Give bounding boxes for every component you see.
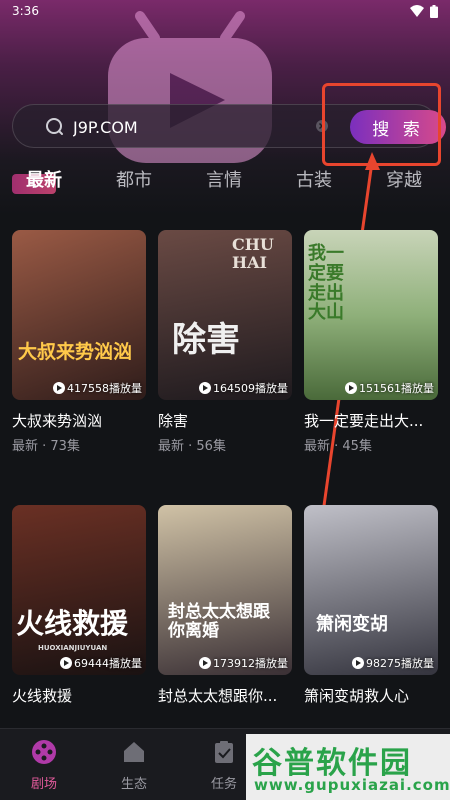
view-count-text: 173912播放量 [213, 657, 288, 670]
drama-poster[interactable]: 大叔来势汹汹 417558播放量 [12, 230, 146, 400]
view-count: 98275播放量 [352, 655, 434, 671]
highlight-annotation [322, 83, 441, 166]
view-count-text: 151561播放量 [359, 382, 434, 395]
view-count: 417558播放量 [53, 380, 142, 396]
drama-title: 除害 [158, 412, 189, 430]
category-tabs: 最新 都市 言情 古装 穿越 [0, 166, 450, 196]
nav-theater[interactable]: 剧场 [14, 739, 74, 792]
drama-title: 我一定要走出大... [304, 412, 424, 430]
home-icon [124, 742, 144, 762]
drama-episodes: 最新 · 45集 [304, 439, 372, 454]
view-count-text: 417558播放量 [67, 382, 142, 395]
drama-poster[interactable]: 封总太太想跟你离婚 173912播放量 [158, 505, 292, 675]
tab-costume[interactable]: 古装 [296, 166, 332, 192]
poster-title: 封总太太想跟你离婚 [168, 602, 270, 641]
view-count-text: 164509播放量 [213, 382, 288, 395]
view-count-text: 98275播放量 [366, 657, 434, 670]
play-icon [352, 657, 364, 669]
play-icon [53, 382, 65, 394]
drama-episodes: 最新 · 56集 [158, 439, 226, 454]
drama-poster[interactable]: 箫闲变胡 98275播放量 [304, 505, 438, 675]
watermark: 谷普软件园 www.gupuxiazai.com [246, 734, 450, 800]
drama-poster[interactable]: 我一定要走出大山 151561播放量 [304, 230, 438, 400]
battery-icon [430, 4, 438, 18]
film-reel-icon [32, 740, 56, 764]
view-count: 173912播放量 [199, 655, 288, 671]
drama-card[interactable]: 火线救援 HUOXIANJIUYUAN 69444播放量 火线救援 [12, 505, 146, 705]
poster-subtitle: HUOXIANJIUYUAN [38, 644, 108, 652]
play-icon [199, 657, 211, 669]
view-count-text: 69444播放量 [74, 657, 142, 670]
wifi-icon [410, 5, 424, 17]
view-count: 164509播放量 [199, 380, 288, 396]
poster-title: 火线救援 [16, 607, 129, 640]
clipboard-icon [215, 741, 233, 763]
search-icon [46, 118, 63, 135]
poster-title: 大叔来势汹汹 [18, 341, 133, 363]
drama-poster[interactable]: CHU HAI 除害 164509播放量 [158, 230, 292, 400]
drama-card[interactable]: 封总太太想跟你离婚 173912播放量 封总太太想跟你... [158, 505, 292, 705]
nav-tasks[interactable]: 任务 [194, 739, 254, 792]
nav-label: 生态 [120, 777, 147, 792]
view-count: 151561播放量 [345, 380, 434, 396]
poster-title: 箫闲变胡 [316, 614, 388, 635]
drama-card[interactable]: 大叔来势汹汹 417558播放量 大叔来势汹汹 最新 · 73集 [12, 230, 146, 454]
drama-poster[interactable]: 火线救援 HUOXIANJIUYUAN 69444播放量 [12, 505, 146, 675]
drama-title: 大叔来势汹汹 [12, 412, 103, 430]
poster-title: 我一定要走出大山 [308, 243, 344, 324]
drama-card[interactable]: 我一定要走出大山 151561播放量 我一定要走出大... 最新 · 45集 [304, 230, 438, 454]
tab-romance[interactable]: 言情 [206, 166, 242, 192]
nav-label: 剧场 [30, 777, 57, 792]
poster-top-text: CHU HAI [232, 235, 274, 272]
drama-card[interactable]: 箫闲变胡 98275播放量 箫闲变胡救人心 [304, 505, 438, 705]
watermark-url: www.gupuxiazai.com [254, 776, 450, 794]
tab-urban[interactable]: 都市 [116, 166, 152, 192]
drama-title: 箫闲变胡救人心 [304, 687, 410, 705]
drama-title: 火线救援 [12, 687, 73, 705]
poster-title: 除害 [172, 320, 240, 360]
nav-label: 任务 [210, 777, 237, 792]
tab-time-travel[interactable]: 穿越 [386, 166, 422, 192]
play-icon [60, 657, 72, 669]
nav-ecology[interactable]: 生态 [104, 739, 164, 792]
status-time: 3:36 [12, 4, 39, 18]
status-icons [410, 4, 438, 18]
play-icon [199, 382, 211, 394]
play-icon [345, 382, 357, 394]
drama-episodes: 最新 · 73集 [12, 439, 80, 454]
view-count: 69444播放量 [60, 655, 142, 671]
drama-card[interactable]: CHU HAI 除害 164509播放量 除害 最新 · 56集 [158, 230, 292, 454]
status-bar: 3:36 [0, 0, 450, 22]
drama-title: 封总太太想跟你... [158, 687, 278, 705]
tab-latest[interactable]: 最新 [26, 166, 62, 192]
search-input[interactable] [73, 115, 323, 139]
